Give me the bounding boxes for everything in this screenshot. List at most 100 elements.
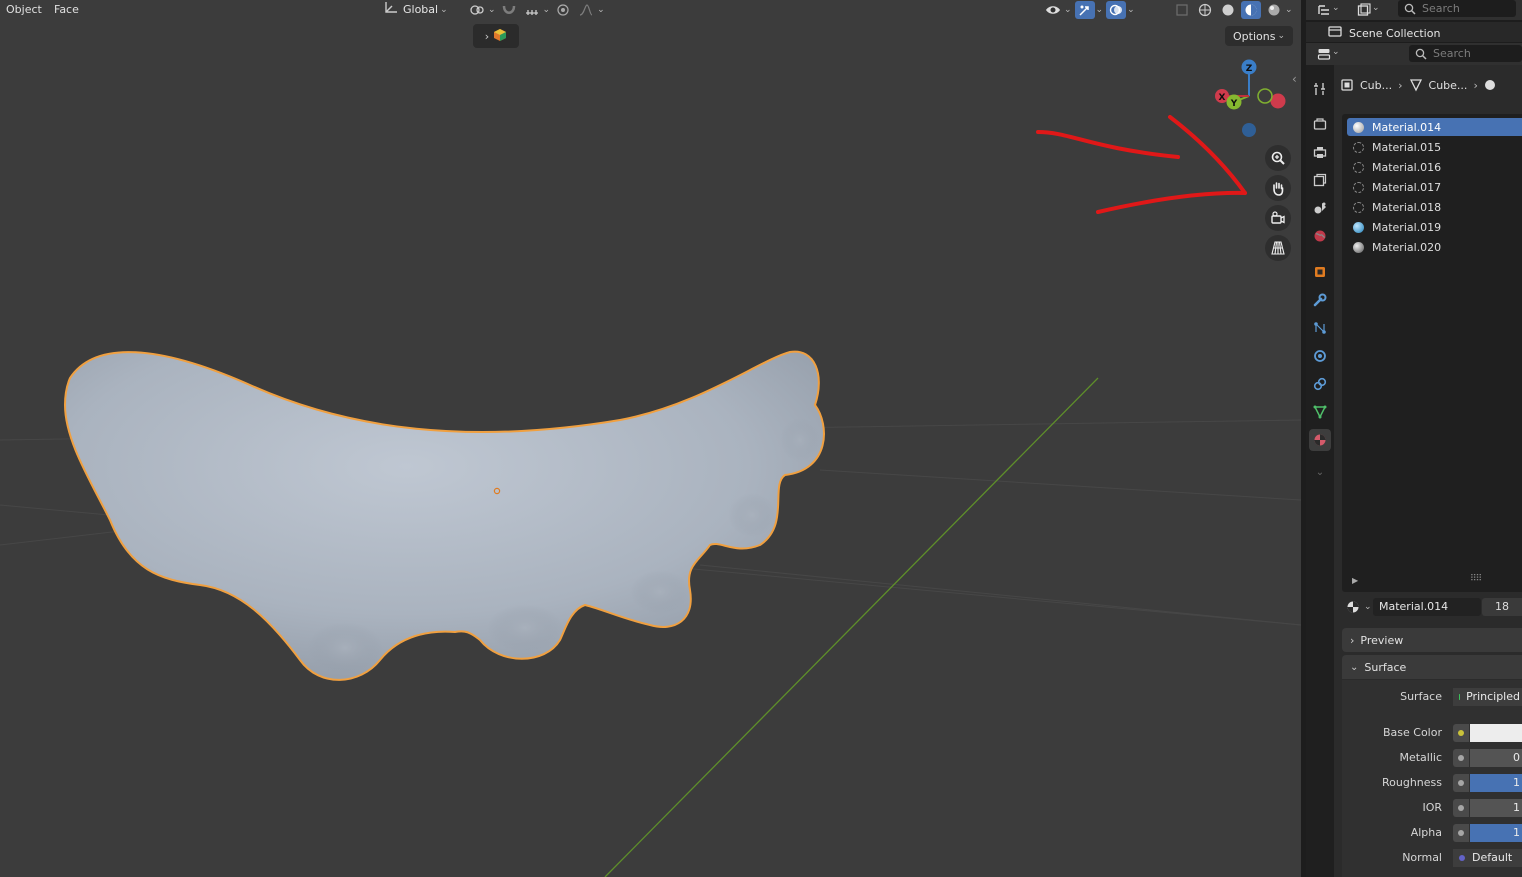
visibility-eye-icon[interactable] xyxy=(1043,1,1063,19)
outliner-tree[interactable]: Scene Collection xyxy=(1306,22,1522,42)
object-cube-icon xyxy=(493,28,507,45)
material-slot-list[interactable]: Material.014 Material.015 Material.016 M… xyxy=(1342,114,1522,592)
snap-increment-icon[interactable] xyxy=(522,1,542,19)
collection-icon xyxy=(1328,25,1342,40)
surface-shader-field[interactable]: Principled xyxy=(1453,688,1522,706)
tab-scene[interactable] xyxy=(1309,197,1331,219)
menu-object[interactable]: Object xyxy=(0,2,48,17)
overlays-icon[interactable] xyxy=(1106,0,1127,19)
properties-search-placeholder: Search xyxy=(1433,47,1471,60)
roughness-slider[interactable]: 1 xyxy=(1470,774,1522,792)
zoom-icon xyxy=(1271,151,1285,165)
normal-field[interactable]: Default xyxy=(1453,849,1522,867)
falloff-curve-icon[interactable] xyxy=(576,1,596,19)
outliner-search-placeholder: Search xyxy=(1422,2,1460,15)
tab-data[interactable] xyxy=(1309,401,1331,423)
options-dropdown[interactable]: Options ⌄ xyxy=(1225,26,1293,46)
material-name-field[interactable]: Material.014 xyxy=(1373,598,1481,616)
alpha-slider[interactable]: 1 xyxy=(1470,824,1522,842)
base-color-label: Base Color xyxy=(1382,726,1442,739)
metallic-field[interactable]: 0 xyxy=(1470,749,1522,767)
tab-tool[interactable] xyxy=(1309,78,1331,100)
material-slot[interactable]: Material.019 xyxy=(1347,218,1522,236)
material-empty-icon xyxy=(1353,201,1364,213)
xray-toggle-icon[interactable] xyxy=(1172,1,1192,19)
tab-view-layer[interactable] xyxy=(1309,169,1331,191)
gizmo-neg-y xyxy=(1257,88,1273,104)
scene-collection-label[interactable]: Scene Collection xyxy=(1349,27,1440,40)
gizmo-y-label: Y xyxy=(1230,99,1238,109)
ior-socket-button[interactable] xyxy=(1453,799,1469,817)
base-color-row: Base Color xyxy=(1342,723,1522,743)
outliner-header: ⌄ ⌄ Search xyxy=(1306,0,1522,20)
material-slot[interactable]: Material.020 xyxy=(1347,238,1522,256)
tab-world[interactable] xyxy=(1309,225,1331,247)
material-slot-name: Material.015 xyxy=(1372,140,1442,154)
breadcrumb-separator-icon: › xyxy=(1473,78,1478,92)
collapse-arrow-icon[interactable]: ‹ xyxy=(1292,72,1297,86)
roughness-socket-button[interactable] xyxy=(1453,774,1469,792)
material-preview-shading-icon[interactable] xyxy=(1241,0,1261,19)
tab-constraints[interactable] xyxy=(1309,373,1331,395)
tab-particles[interactable] xyxy=(1309,317,1331,339)
tab-output[interactable] xyxy=(1309,141,1331,163)
display-mode-icon[interactable] xyxy=(1354,1,1374,19)
pivot-point-icon[interactable] xyxy=(467,1,487,19)
perspective-toggle-button[interactable] xyxy=(1265,235,1291,261)
resize-handle-icon[interactable]: ⠿⠿ xyxy=(1470,574,1482,584)
rendered-shading-icon[interactable] xyxy=(1264,1,1284,19)
zoom-button[interactable] xyxy=(1265,145,1291,171)
roughness-row: Roughness 1 xyxy=(1342,773,1522,793)
chevron-down-icon: ⌄ xyxy=(597,4,605,15)
selected-mesh xyxy=(63,350,825,681)
chevron-right-icon: › xyxy=(484,29,490,43)
wireframe-shading-icon[interactable] xyxy=(1195,1,1215,19)
transform-orientation-dropdown[interactable]: Global ⌄ xyxy=(383,0,448,19)
material-slot[interactable]: Material.015 xyxy=(1347,138,1522,156)
material-slot[interactable]: Material.016 xyxy=(1347,158,1522,176)
outliner-search-input[interactable]: Search xyxy=(1398,0,1516,17)
pan-button[interactable] xyxy=(1265,175,1291,201)
tab-render[interactable] xyxy=(1309,113,1331,135)
gizmo-toggle-icon[interactable] xyxy=(1074,0,1095,19)
proportional-edit-icon[interactable] xyxy=(553,0,574,19)
surface-panel-header[interactable]: ⌄ Surface xyxy=(1342,655,1522,679)
metallic-socket-button[interactable] xyxy=(1453,749,1469,767)
snap-magnet-icon[interactable] xyxy=(499,1,519,19)
3d-viewport[interactable]: Z Y X Object Face Global ⌄ ⌄ ⌄ ⌄ ⌄ ⌄ ⌄ ⌄… xyxy=(0,0,1301,877)
breadcrumb-mesh[interactable]: Cube... xyxy=(1429,79,1468,92)
tab-more[interactable]: ⌄ xyxy=(1309,461,1331,483)
vector-socket-icon xyxy=(1459,855,1465,861)
material-slot[interactable]: Material.014 xyxy=(1347,118,1522,136)
base-color-swatch[interactable] xyxy=(1470,724,1522,742)
gizmo-neg-x xyxy=(1270,93,1286,109)
tab-object[interactable] xyxy=(1309,261,1331,283)
gizmo-x-label: X xyxy=(1219,93,1226,103)
preview-panel-header[interactable]: › Preview xyxy=(1342,628,1522,652)
solid-shading-icon[interactable] xyxy=(1218,1,1238,19)
viewport-canvas[interactable]: Z Y X xyxy=(0,0,1301,877)
scene-icon xyxy=(1314,202,1326,214)
sidebar-toggle-button[interactable]: › xyxy=(473,24,519,48)
render-camera-icon xyxy=(1313,118,1327,130)
tab-physics[interactable] xyxy=(1309,345,1331,367)
material-slot[interactable]: Material.017 xyxy=(1347,178,1522,196)
alpha-socket-button[interactable] xyxy=(1453,824,1469,842)
tab-material[interactable] xyxy=(1309,429,1331,451)
properties-editor-type-icon[interactable] xyxy=(1314,45,1334,63)
outliner-editor-type-icon[interactable] xyxy=(1314,1,1334,19)
breadcrumb-object[interactable]: Cub... xyxy=(1360,79,1392,92)
gizmo-z-label: Z xyxy=(1246,64,1253,74)
material-slot[interactable]: Material.018 xyxy=(1347,198,1522,216)
tool-icon xyxy=(1314,83,1325,95)
properties-search-input[interactable]: Search xyxy=(1409,45,1522,62)
ior-field[interactable]: 1 xyxy=(1470,799,1522,817)
base-color-socket-button[interactable] xyxy=(1453,724,1469,742)
mesh-data-icon xyxy=(1409,79,1422,92)
material-user-count[interactable]: 18 xyxy=(1482,598,1522,616)
menu-face[interactable]: Face xyxy=(48,2,85,17)
properties-tab-bar: ⌄ xyxy=(1306,65,1334,877)
tab-modifiers[interactable] xyxy=(1309,289,1331,311)
camera-view-button[interactable] xyxy=(1265,205,1291,231)
expand-triangle-icon[interactable]: ▶ xyxy=(1352,576,1358,585)
